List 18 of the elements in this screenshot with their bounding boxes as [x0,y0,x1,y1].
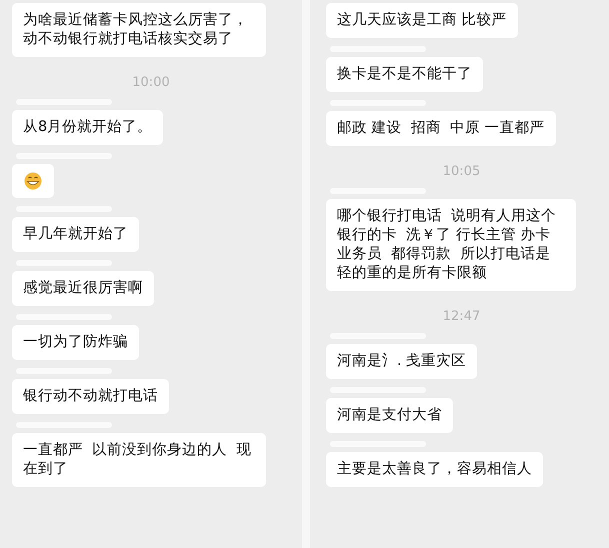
timestamp: 10:00 [131,75,171,91]
message-bubble: 一直都严 以前没到你身边的人 现在到了 [12,433,266,487]
message-bubble: 从8月份就开始了。 [12,110,164,145]
message-bubble: 哪个银行打电话 说明有人用这个银行的卡 洗￥了 行长主管 办卡业务员 都得罚款 所以打电话是轻的重的是所有卡限额 [326,199,576,291]
message-bubble: 河南是支付大省 [326,398,453,433]
message-bubble: 银行动不动就打电话 [12,379,169,414]
message-bubble: 为啥最近储蓄卡风控这么厉害了，动不动银行就打电话核实交易了 [12,3,266,57]
message-bubble: 邮政 建设 招商 中原 一直都严 [326,111,556,146]
message-bubble: 一切为了防炸骗 [12,325,139,360]
grin-emoji-icon [24,172,42,190]
timestamp: 10:05 [442,164,482,180]
message-bubble: 这几天应该是工商 比较严 [326,3,518,38]
message-bubble: 河南是氵. 戋重灾区 [326,344,478,379]
message-bubble: 早几年就开始了 [12,217,139,252]
message-bubble: 换卡是不是不能干了 [326,57,483,92]
message-bubble: 主要是太善良了，容易相信人 [326,452,543,487]
timestamp: 12:47 [442,309,482,325]
message-bubble: 感觉最近很厉害啊 [12,271,154,306]
